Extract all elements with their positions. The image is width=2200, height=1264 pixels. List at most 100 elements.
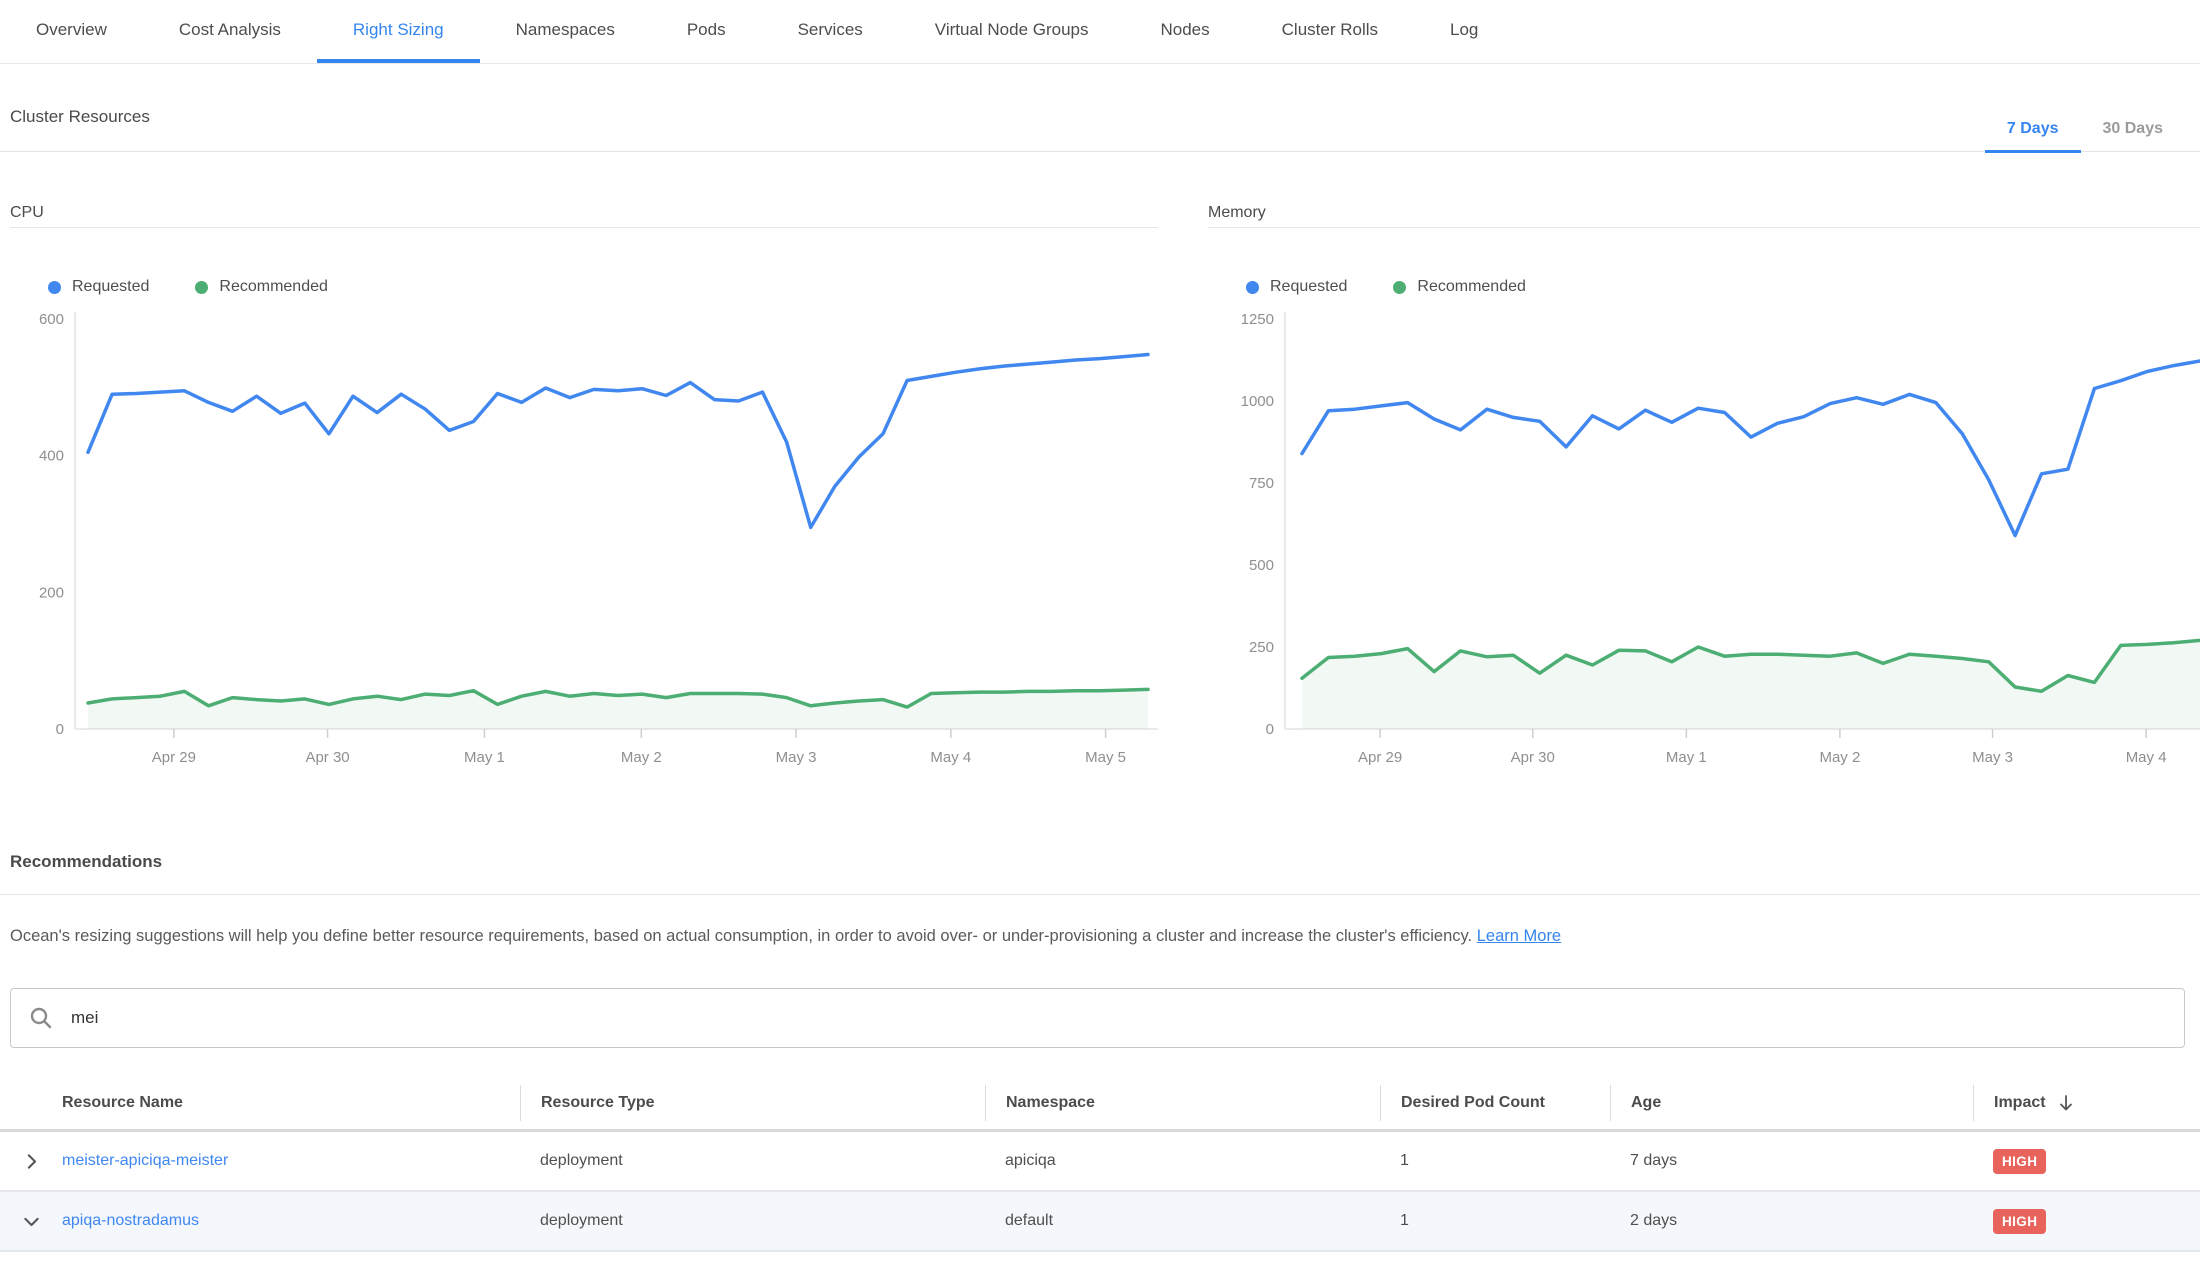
recommendations-title: Recommendations xyxy=(0,852,2200,895)
cell-resource-type: deployment xyxy=(520,1212,985,1230)
resource-name-link[interactable]: apiqa-nostradamus xyxy=(62,1212,199,1229)
cpu-chart-panel: CPU RequestedRecommended 0200400600Apr 2… xyxy=(10,204,1158,774)
column-header-resource-type[interactable]: Resource Type xyxy=(520,1085,985,1121)
cpu-chart-legend: Requested Recommended xyxy=(48,278,1158,296)
cell-namespace: default xyxy=(985,1212,1380,1230)
tab-cluster-rolls[interactable]: Cluster Rolls xyxy=(1246,0,1414,63)
cluster-resources-header: Cluster Resources 7 Days30 Days xyxy=(0,64,2200,152)
legend-label-recommended: Recommended xyxy=(1417,278,1526,296)
memory-chart-legend: Requested Recommended xyxy=(1246,278,2200,296)
period-toggle: 7 Days30 Days xyxy=(1985,120,2185,151)
legend-dot-recommended xyxy=(1393,281,1406,294)
svg-text:500: 500 xyxy=(1249,557,1274,574)
svg-text:Apr 29: Apr 29 xyxy=(1358,749,1402,766)
search-box xyxy=(10,988,2185,1048)
tab-overview[interactable]: Overview xyxy=(0,0,143,63)
svg-text:May 2: May 2 xyxy=(1819,749,1860,766)
cpu-chart: 0200400600Apr 29Apr 30May 1May 2May 3May… xyxy=(10,304,1158,774)
cell-resource-name: apiqa-nostradamus xyxy=(62,1212,520,1230)
column-header-desired-pod-count[interactable]: Desired Pod Count xyxy=(1380,1085,1610,1121)
svg-text:1000: 1000 xyxy=(1241,393,1274,410)
cell-impact: HIGH xyxy=(1973,1209,2200,1234)
chevron-right-icon[interactable] xyxy=(0,1151,62,1172)
recommendations-description: Ocean's resizing suggestions will help y… xyxy=(10,925,2185,948)
column-label-namespace: Namespace xyxy=(1006,1094,1095,1112)
table-body: meister-apiciqa-meisterdeploymentapiciqa… xyxy=(0,1132,2200,1252)
cell-resource-name: meister-apiciqa-meister xyxy=(62,1152,520,1170)
period-7-days[interactable]: 7 Days xyxy=(1985,120,2081,151)
legend-label-requested: Requested xyxy=(1270,278,1347,296)
column-label-age: Age xyxy=(1631,1094,1661,1112)
svg-text:May 4: May 4 xyxy=(930,749,971,766)
legend-dot-recommended xyxy=(195,281,208,294)
svg-text:600: 600 xyxy=(39,311,64,328)
search-input[interactable] xyxy=(69,1007,2166,1029)
table-header-row: Resource Name Resource Type Namespace Desir… xyxy=(0,1076,2200,1132)
charts-row: CPU RequestedRecommended 0200400600Apr 2… xyxy=(0,204,2200,774)
svg-text:May 1: May 1 xyxy=(1666,749,1707,766)
legend-dot-requested xyxy=(48,281,61,294)
column-label-resource-type: Resource Type xyxy=(541,1094,655,1112)
svg-text:May 3: May 3 xyxy=(1972,749,2013,766)
tab-bar: OverviewCost AnalysisRight SizingNamespa… xyxy=(0,0,2200,64)
cluster-resources-title: Cluster Resources xyxy=(10,107,150,127)
column-label-desired-pod-count: Desired Pod Count xyxy=(1401,1094,1545,1112)
table-row-apiqa-nostradamus: apiqa-nostradamus deploymentdefault12 day… xyxy=(0,1192,2200,1252)
legend-label-requested: Requested xyxy=(72,278,149,296)
recommendations-table: Resource Name Resource Type Namespace Desir… xyxy=(0,1076,2200,1252)
period-30-days[interactable]: 30 Days xyxy=(2081,120,2186,151)
tab-log[interactable]: Log xyxy=(1414,0,1514,63)
chevron-down-icon[interactable] xyxy=(0,1211,62,1232)
tab-right-sizing[interactable]: Right Sizing xyxy=(317,0,480,63)
legend-label-recommended: Recommended xyxy=(219,278,328,296)
legend-dot-requested xyxy=(1246,281,1259,294)
svg-text:0: 0 xyxy=(56,721,64,738)
svg-text:Apr 30: Apr 30 xyxy=(305,749,349,766)
cell-impact: HIGH xyxy=(1973,1149,2200,1174)
legend-item-recommended[interactable]: Recommended xyxy=(195,278,328,296)
column-header-age[interactable]: Age xyxy=(1610,1085,1973,1121)
svg-text:May 1: May 1 xyxy=(464,749,505,766)
svg-text:250: 250 xyxy=(1249,639,1274,656)
legend-item-recommended[interactable]: Recommended xyxy=(1393,278,1526,296)
cell-age: 7 days xyxy=(1610,1152,1973,1170)
column-label-impact: Impact xyxy=(1994,1094,2046,1112)
sort-desc-arrow-icon xyxy=(2058,1094,2074,1112)
svg-text:May 5: May 5 xyxy=(1085,749,1126,766)
cell-desired-pod-count: 1 xyxy=(1380,1212,1610,1230)
svg-text:Apr 30: Apr 30 xyxy=(1511,749,1555,766)
tab-services[interactable]: Services xyxy=(762,0,899,63)
cell-namespace: apiciqa xyxy=(985,1152,1380,1170)
legend-item-requested[interactable]: Requested xyxy=(1246,278,1347,296)
cell-resource-type: deployment xyxy=(520,1152,985,1170)
svg-text:0: 0 xyxy=(1266,721,1274,738)
legend-item-requested[interactable]: Requested xyxy=(48,278,149,296)
column-header-namespace[interactable]: Namespace xyxy=(985,1085,1380,1121)
svg-text:200: 200 xyxy=(39,584,64,601)
cell-age: 2 days xyxy=(1610,1212,1973,1230)
tab-cost-analysis[interactable]: Cost Analysis xyxy=(143,0,317,63)
tab-pods[interactable]: Pods xyxy=(651,0,762,63)
column-header-impact[interactable]: Impact xyxy=(1973,1085,2200,1121)
tab-virtual-node-groups[interactable]: Virtual Node Groups xyxy=(899,0,1125,63)
svg-text:1250: 1250 xyxy=(1241,311,1274,328)
table-row-meister-apiciqa-meister: meister-apiciqa-meister deploymentapiciqa… xyxy=(0,1132,2200,1192)
search-icon xyxy=(29,1006,53,1030)
tab-namespaces[interactable]: Namespaces xyxy=(480,0,651,63)
tab-nodes[interactable]: Nodes xyxy=(1125,0,1246,63)
impact-badge-high: HIGH xyxy=(1993,1149,2046,1174)
cell-desired-pod-count: 1 xyxy=(1380,1152,1610,1170)
resource-name-link[interactable]: meister-apiciqa-meister xyxy=(62,1152,228,1169)
svg-text:May 4: May 4 xyxy=(2126,749,2167,766)
svg-text:400: 400 xyxy=(39,448,64,465)
svg-text:May 3: May 3 xyxy=(776,749,817,766)
memory-chart: 0 250 500 750 1000 1250 Apr 29 Apr 30 May 1 May 2… xyxy=(1208,304,2200,774)
recommendations-description-text: Ocean's resizing suggestions will help y… xyxy=(10,927,1477,945)
memory-chart-title: Memory xyxy=(1208,204,2200,228)
column-header-resource-name[interactable]: Resource Name xyxy=(62,1085,520,1121)
svg-text:Apr 29: Apr 29 xyxy=(152,749,196,766)
svg-text:750: 750 xyxy=(1249,475,1274,492)
learn-more-link[interactable]: Learn More xyxy=(1477,927,1561,945)
column-label-resource-name: Resource Name xyxy=(62,1094,183,1112)
impact-badge-high: HIGH xyxy=(1993,1209,2046,1234)
